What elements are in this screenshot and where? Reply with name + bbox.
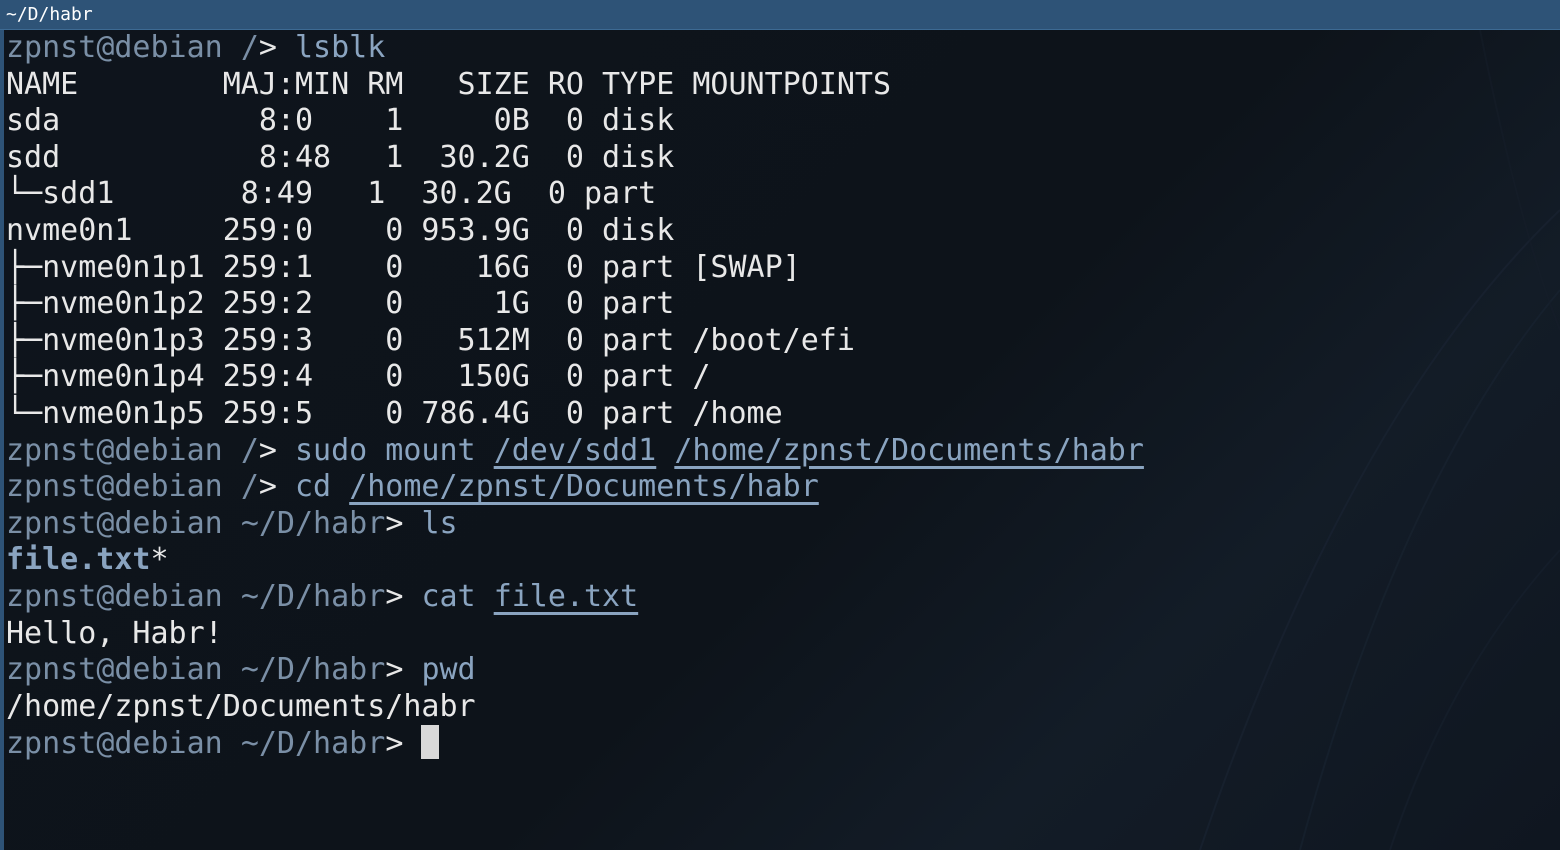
prompt-line: zpnst@debian /> sudo mount /dev/sdd1 /ho… <box>6 433 1144 470</box>
prompt-symbol: > <box>385 506 421 541</box>
prompt-line: zpnst@debian ~/D/habr> pwd <box>6 652 1144 689</box>
output-line: sda 8:0 1 0B 0 disk <box>6 103 1144 140</box>
prompt-at: @ <box>96 726 114 761</box>
command: pwd <box>421 652 475 687</box>
prompt-host: debian <box>114 652 222 687</box>
prompt-symbol: > <box>259 469 295 504</box>
output-text: └─nvme0n1p5 259:5 0 786.4G 0 part /home <box>6 396 783 431</box>
prompt-cwd: / <box>241 469 259 504</box>
output-text: nvme0n1 259:0 0 953.9G 0 disk <box>6 213 674 248</box>
prompt-line: zpnst@debian ~/D/habr> ls <box>6 506 1144 543</box>
output-line: ├─nvme0n1p3 259:3 0 512M 0 part /boot/ef… <box>6 323 1144 360</box>
prompt-at: @ <box>96 506 114 541</box>
prompt-cwd: ~/D/habr <box>241 652 386 687</box>
output-text: NAME MAJ:MIN RM SIZE RO TYPE MOUNTPOINTS <box>6 67 891 102</box>
prompt-host: debian <box>114 469 222 504</box>
prompt-line: zpnst@debian ~/D/habr> cat file.txt <box>6 579 1144 616</box>
prompt-user: zpnst <box>6 30 96 65</box>
prompt-symbol: > <box>259 433 295 468</box>
prompt-symbol: > <box>385 579 421 614</box>
output-text: ├─nvme0n1p1 259:1 0 16G 0 part [SWAP] <box>6 250 801 285</box>
output-line: └─nvme0n1p5 259:5 0 786.4G 0 part /home <box>6 396 1144 433</box>
command-argument[interactable]: /home/zpnst/Documents/habr <box>674 433 1144 468</box>
prompt-cwd: ~/D/habr <box>241 579 386 614</box>
output-line: └─sdd1 8:49 1 30.2G 0 part <box>6 176 1144 213</box>
prompt-at: @ <box>96 579 114 614</box>
prompt-user: zpnst <box>6 433 96 468</box>
prompt-at: @ <box>96 652 114 687</box>
output-line: NAME MAJ:MIN RM SIZE RO TYPE MOUNTPOINTS <box>6 67 1144 104</box>
prompt-user: zpnst <box>6 506 96 541</box>
prompt-symbol: > <box>385 652 421 687</box>
prompt-cwd: / <box>241 30 259 65</box>
prompt-host: debian <box>114 433 222 468</box>
output-line: /home/zpnst/Documents/habr <box>6 689 1144 726</box>
output-text: sdd 8:48 1 30.2G 0 disk <box>6 140 674 175</box>
prompt-symbol: > <box>259 30 295 65</box>
output-text: ├─nvme0n1p2 259:2 0 1G 0 part <box>6 286 674 321</box>
output-line: ├─nvme0n1p2 259:2 0 1G 0 part <box>6 286 1144 323</box>
executable-file: file.txt <box>6 542 151 577</box>
prompt-cwd: ~/D/habr <box>241 726 386 761</box>
prompt-host: debian <box>114 30 222 65</box>
executable-marker: * <box>151 542 169 577</box>
command: cat <box>421 579 475 614</box>
output-text: /home/zpnst/Documents/habr <box>6 689 476 724</box>
command: sudo mount <box>295 433 476 468</box>
command-argument[interactable]: /home/zpnst/Documents/habr <box>349 469 819 504</box>
output-text: └─sdd1 8:49 1 30.2G 0 part <box>6 176 656 211</box>
prompt-at: @ <box>96 30 114 65</box>
command: cd <box>295 469 331 504</box>
prompt-line: zpnst@debian /> lsblk <box>6 30 1144 67</box>
terminal-output: zpnst@debian /> lsblkNAME MAJ:MIN RM SIZ… <box>6 30 1144 762</box>
window-title: ~/D/habr <box>6 4 93 26</box>
terminal-view[interactable]: zpnst@debian /> lsblkNAME MAJ:MIN RM SIZ… <box>0 30 1560 850</box>
command: ls <box>421 506 457 541</box>
prompt-user: zpnst <box>6 652 96 687</box>
prompt-user: zpnst <box>6 579 96 614</box>
output-text: Hello, Habr! <box>6 616 223 651</box>
prompt-at: @ <box>96 433 114 468</box>
output-text: ├─nvme0n1p3 259:3 0 512M 0 part /boot/ef… <box>6 323 855 358</box>
prompt-host: debian <box>114 506 222 541</box>
prompt-at: @ <box>96 469 114 504</box>
window-left-border <box>0 30 4 850</box>
prompt-user: zpnst <box>6 469 96 504</box>
window-titlebar: ~/D/habr <box>0 0 1560 30</box>
output-line: ├─nvme0n1p1 259:1 0 16G 0 part [SWAP] <box>6 250 1144 287</box>
prompt-line: zpnst@debian /> cd /home/zpnst/Documents… <box>6 469 1144 506</box>
output-line: ├─nvme0n1p4 259:4 0 150G 0 part / <box>6 359 1144 396</box>
command-argument[interactable]: /dev/sdd1 <box>494 433 657 468</box>
output-line: file.txt* <box>6 542 1144 579</box>
active-prompt-line: zpnst@debian ~/D/habr> <box>6 725 1144 762</box>
output-text: sda 8:0 1 0B 0 disk <box>6 103 674 138</box>
prompt-symbol: > <box>385 726 421 761</box>
command: lsblk <box>295 30 385 65</box>
text-cursor[interactable] <box>421 725 439 759</box>
output-text: ├─nvme0n1p4 259:4 0 150G 0 part / <box>6 359 710 394</box>
prompt-cwd: / <box>241 433 259 468</box>
output-line: nvme0n1 259:0 0 953.9G 0 disk <box>6 213 1144 250</box>
output-line: sdd 8:48 1 30.2G 0 disk <box>6 140 1144 177</box>
prompt-host: debian <box>114 726 222 761</box>
prompt-cwd: ~/D/habr <box>241 506 386 541</box>
output-line: Hello, Habr! <box>6 616 1144 653</box>
prompt-host: debian <box>114 579 222 614</box>
prompt-user: zpnst <box>6 726 96 761</box>
command-argument[interactable]: file.txt <box>494 579 639 614</box>
